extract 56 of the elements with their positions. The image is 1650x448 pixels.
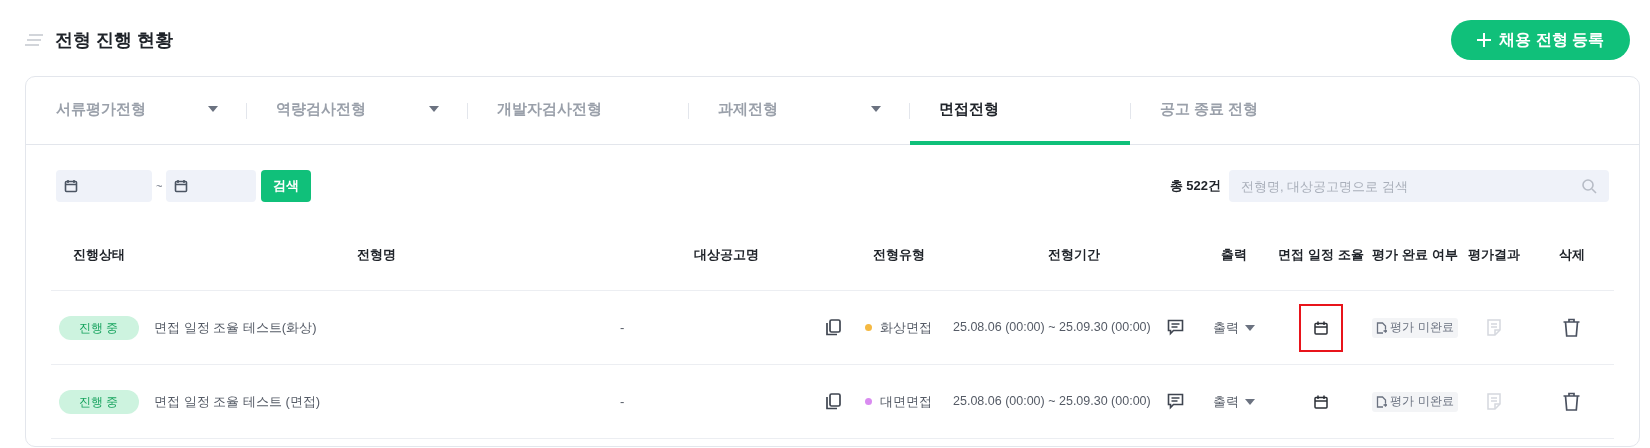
total-count: 총 522건 — [1169, 177, 1221, 196]
calendar-icon — [64, 179, 78, 193]
page-title: 전형 진행 현황 — [55, 28, 173, 52]
tab[interactable]: 개발자검사전형 — [468, 77, 688, 145]
column-header: 평가결과 — [1468, 245, 1520, 264]
column-header: 출력 — [1220, 245, 1247, 264]
range-separator: ~ — [155, 178, 164, 194]
print-dropdown[interactable]: 출력 — [1212, 317, 1255, 338]
status-badge: 진행 중 — [58, 315, 139, 340]
copy-icon[interactable] — [825, 319, 841, 336]
tab[interactable]: 과제전형 — [689, 77, 909, 145]
search-icon — [1582, 179, 1597, 194]
column-header: 평가 완료 여부 — [1372, 245, 1458, 264]
evaluation-status-badge: 평가 미완료 — [1372, 391, 1458, 412]
calendar-icon — [1314, 394, 1328, 409]
status-badge: 진행 중 — [58, 389, 139, 414]
column-header: 전형명 — [356, 245, 396, 264]
trash-icon[interactable] — [1563, 318, 1580, 337]
schedule-button[interactable] — [1299, 303, 1343, 352]
plus-icon — [1477, 33, 1492, 47]
search-button[interactable]: 검색 — [261, 170, 312, 202]
table-cell-text: 25.08.06 (00:00) ~ 25.09.30 (00:00) — [953, 393, 1151, 411]
table-cell-text: - — [620, 318, 625, 337]
caret-icon — [1244, 324, 1255, 331]
evaluation-status-badge: 평가 미완료 — [1372, 317, 1458, 338]
trash-icon[interactable] — [1563, 392, 1580, 411]
column-header: 대상공고명 — [693, 245, 759, 264]
search-field[interactable]: 전형명, 대상공고명으로 검색 — [1229, 170, 1609, 202]
print-dropdown[interactable]: 출력 — [1212, 391, 1255, 412]
table-cell-text: 화상면접 — [880, 318, 932, 337]
file-icon — [1376, 395, 1388, 408]
calendar-icon — [1314, 320, 1328, 335]
comment-icon[interactable] — [1167, 393, 1184, 410]
date-field[interactable] — [56, 170, 152, 202]
column-header: 삭제 — [1558, 245, 1585, 264]
column-header: 진행상태 — [72, 245, 125, 264]
tab[interactable]: 공고 종료 전형 — [1131, 77, 1351, 145]
calendar-icon — [174, 179, 189, 193]
register-button[interactable]: 채용 전형 등록 — [1451, 20, 1630, 60]
tab[interactable]: 면접전형 — [910, 77, 1130, 145]
file-icon — [1376, 321, 1388, 334]
copy-icon[interactable] — [825, 393, 841, 410]
column-header: 전형기간 — [1047, 245, 1100, 264]
column-header: 면접 일정 조율 — [1278, 245, 1364, 264]
table-cell: 면접 일정 조율 테스트(화상) — [154, 319, 317, 335]
date-field[interactable] — [166, 170, 257, 202]
table-cell: 면접 일정 조율 테스트 (면접) — [154, 393, 321, 409]
tab[interactable]: 서류평가전형 — [26, 77, 246, 145]
tab[interactable]: 역량검사전형 — [247, 77, 467, 145]
table-cell-text: 25.08.06 (00:00) ~ 25.09.30 (00:00) — [953, 319, 1151, 337]
table-cell-text: 대면면접 — [880, 392, 932, 411]
lines-icon — [25, 34, 43, 46]
caret-icon — [1244, 398, 1255, 405]
column-header: 전형유형 — [872, 245, 925, 264]
comment-icon[interactable] — [1167, 319, 1184, 336]
table-cell-text: - — [620, 392, 625, 411]
